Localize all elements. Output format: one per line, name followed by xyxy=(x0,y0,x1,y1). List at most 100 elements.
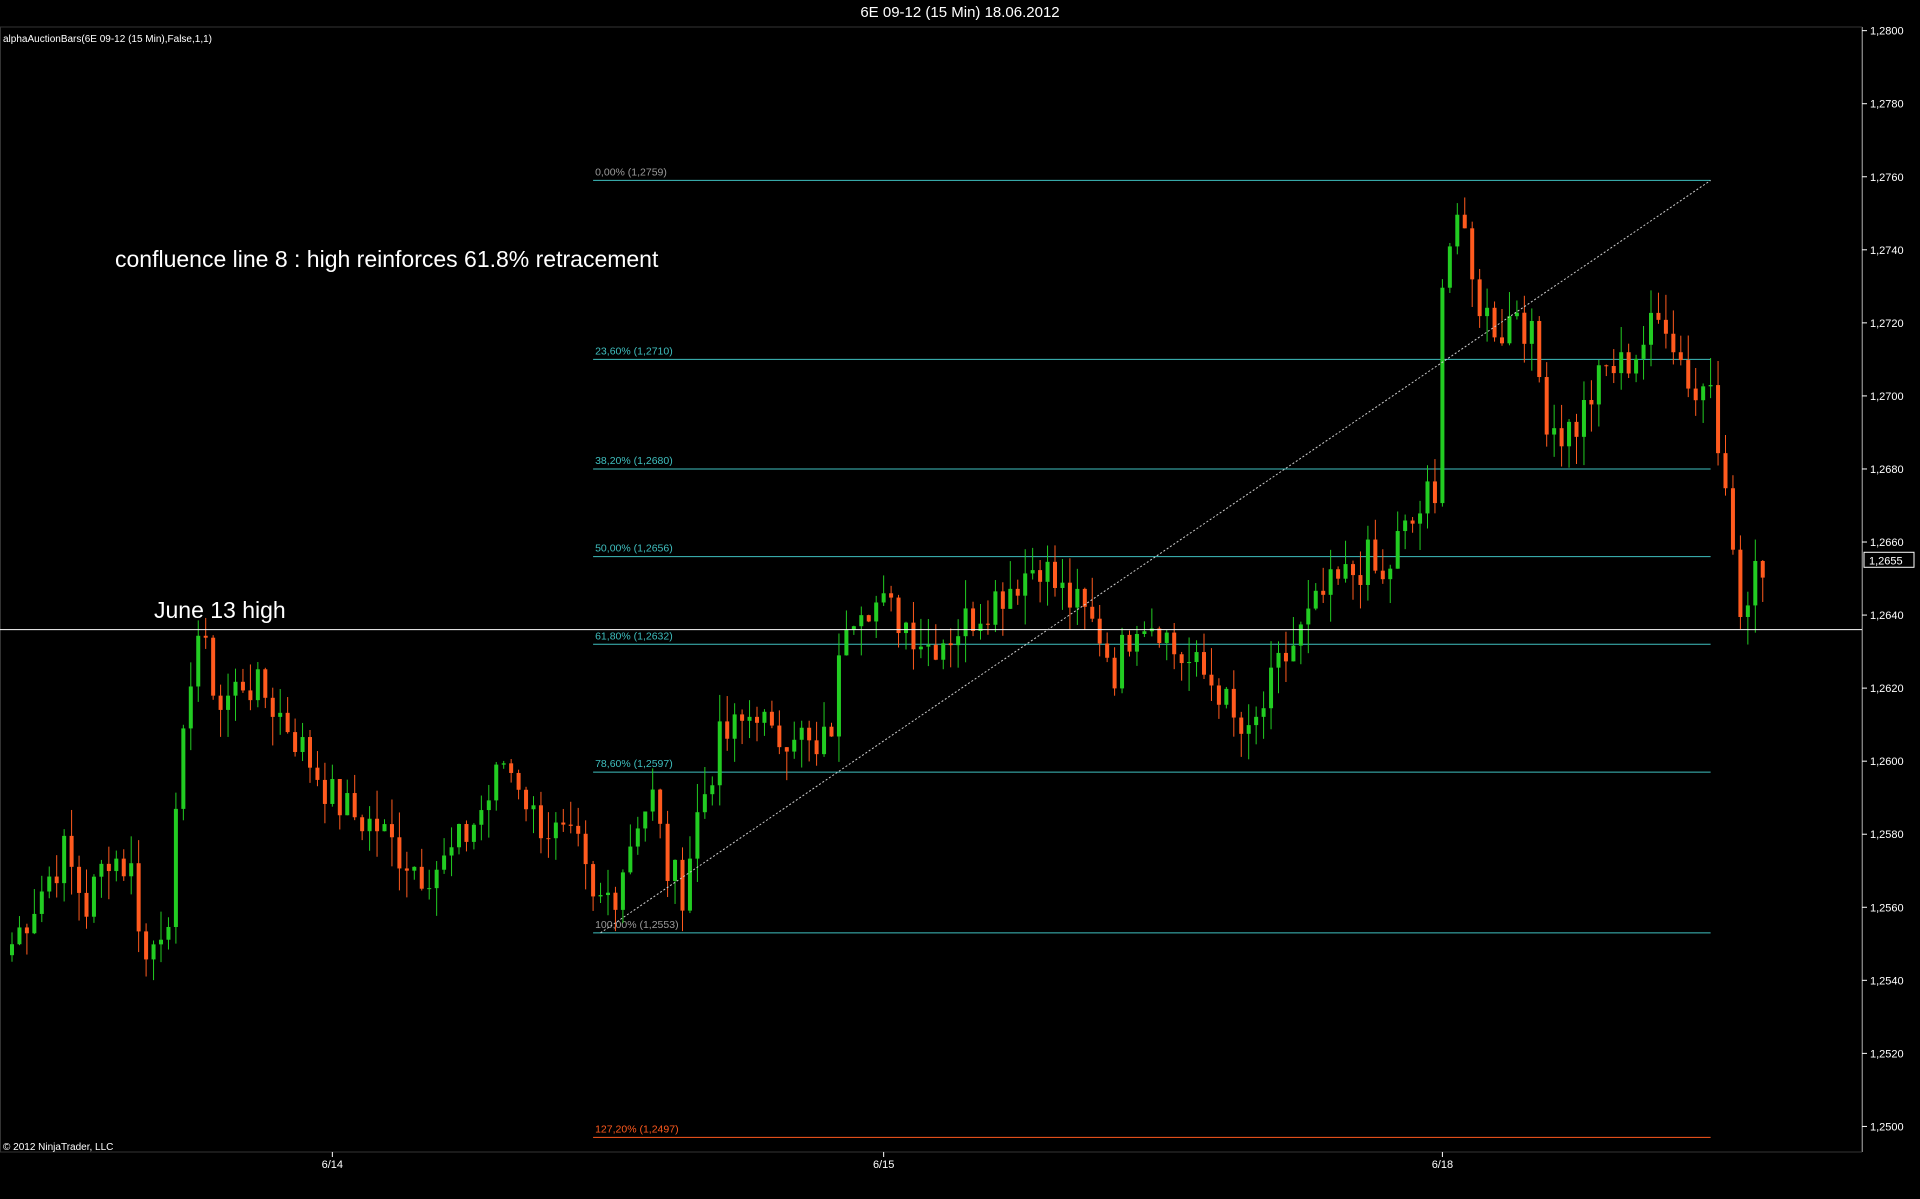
candle xyxy=(1254,706,1259,745)
candle-body xyxy=(725,721,730,739)
candle-body xyxy=(434,869,439,889)
candle xyxy=(1529,308,1534,371)
candle-body xyxy=(1261,708,1266,717)
candle xyxy=(1567,419,1572,468)
candle-body xyxy=(576,825,581,834)
fib-level-label: 61,80% (1,2632) xyxy=(595,630,673,642)
candle-body xyxy=(613,892,618,910)
candle-body xyxy=(181,728,186,809)
time-axis[interactable]: 6/14 6/15 6/18 xyxy=(322,1152,1453,1171)
candle-body xyxy=(747,716,752,721)
candle xyxy=(620,869,625,924)
candle xyxy=(777,710,782,755)
candle-body xyxy=(1522,312,1527,344)
candle xyxy=(978,603,983,640)
candle xyxy=(1462,197,1467,229)
candle-body xyxy=(166,926,171,940)
candle-body xyxy=(1455,214,1460,247)
candle xyxy=(1283,631,1288,682)
candle-body xyxy=(345,793,350,816)
candle xyxy=(561,808,566,832)
candle xyxy=(747,700,752,739)
candle-body xyxy=(1246,725,1251,734)
candle xyxy=(971,601,976,637)
candle xyxy=(1477,268,1482,328)
candle-body xyxy=(710,785,715,795)
candle-body xyxy=(844,629,849,656)
candle-body xyxy=(1209,674,1214,686)
candle-body xyxy=(792,739,797,752)
candle-body xyxy=(1730,488,1735,550)
candle xyxy=(1000,582,1005,636)
candle xyxy=(106,846,111,900)
price-axis[interactable]: 1,2500 1,2520 1,2540 1,2560 1,2580 1,2600 1,26… xyxy=(1862,26,1904,1134)
candle-body xyxy=(1313,590,1318,609)
fib-level-label: 100,00% (1,2553) xyxy=(595,919,678,931)
candle-body xyxy=(1760,561,1765,578)
candle xyxy=(1596,359,1601,427)
candle-body xyxy=(1745,605,1750,617)
candle xyxy=(680,847,685,932)
candle xyxy=(591,860,596,911)
candle-body xyxy=(1619,352,1624,374)
candle-body xyxy=(1045,561,1050,582)
candle-body xyxy=(1537,320,1542,378)
candle xyxy=(270,687,275,746)
candle xyxy=(732,703,737,762)
candle-body xyxy=(1269,667,1274,709)
candle xyxy=(1760,560,1765,602)
candle-body xyxy=(404,868,409,871)
candle xyxy=(1671,310,1676,365)
candle xyxy=(1656,292,1661,324)
candle-body xyxy=(285,712,290,733)
candle-body xyxy=(732,714,737,739)
candle xyxy=(1149,608,1154,637)
candle xyxy=(1589,380,1594,432)
candle xyxy=(755,706,759,742)
fibonacci-retracement[interactable]: 0,00% (1,2759) 23,60% (1,2710) 38,20% (1,2… xyxy=(593,166,1711,1138)
plot-border xyxy=(0,26,1862,1153)
candle xyxy=(91,874,96,923)
candle xyxy=(1604,364,1609,377)
candle-body xyxy=(322,779,327,804)
candle-body xyxy=(337,779,342,816)
candle xyxy=(173,792,178,944)
candle-body xyxy=(1492,307,1497,338)
candle xyxy=(807,720,812,762)
candle-body xyxy=(643,811,648,829)
candle-body xyxy=(39,891,44,914)
candle-body xyxy=(1298,624,1303,646)
candle xyxy=(1112,647,1117,696)
candle xyxy=(1686,335,1691,398)
candle-body xyxy=(650,789,655,812)
candle xyxy=(687,836,692,914)
candle xyxy=(524,786,529,822)
candle-body xyxy=(993,591,998,625)
candle-body xyxy=(1686,360,1691,389)
candle-body xyxy=(1418,513,1423,524)
candle-body xyxy=(486,800,491,811)
candle xyxy=(665,810,670,898)
candle-body xyxy=(822,726,827,755)
candle-body xyxy=(62,835,67,884)
candle xyxy=(1581,381,1586,466)
candle-body xyxy=(1470,228,1475,280)
candle xyxy=(322,762,327,824)
candle xyxy=(546,812,551,858)
candle xyxy=(1105,632,1110,663)
price-chart[interactable]: alphaAuctionBars(6E 09-12 (15 Min),False… xyxy=(0,0,1920,1199)
candle xyxy=(941,639,946,670)
candle-body xyxy=(1678,352,1683,361)
candle xyxy=(1485,288,1490,342)
candle-body xyxy=(464,824,469,842)
candle xyxy=(538,791,543,854)
price-tick-label: 1,2520 xyxy=(1870,1048,1904,1060)
candle xyxy=(531,796,536,834)
candle-body xyxy=(1254,716,1259,726)
candle xyxy=(419,848,424,891)
candle xyxy=(896,594,901,648)
candle xyxy=(1343,540,1348,583)
candle xyxy=(1328,549,1333,622)
candle xyxy=(404,851,409,898)
price-tick-label: 1,2620 xyxy=(1870,683,1904,695)
